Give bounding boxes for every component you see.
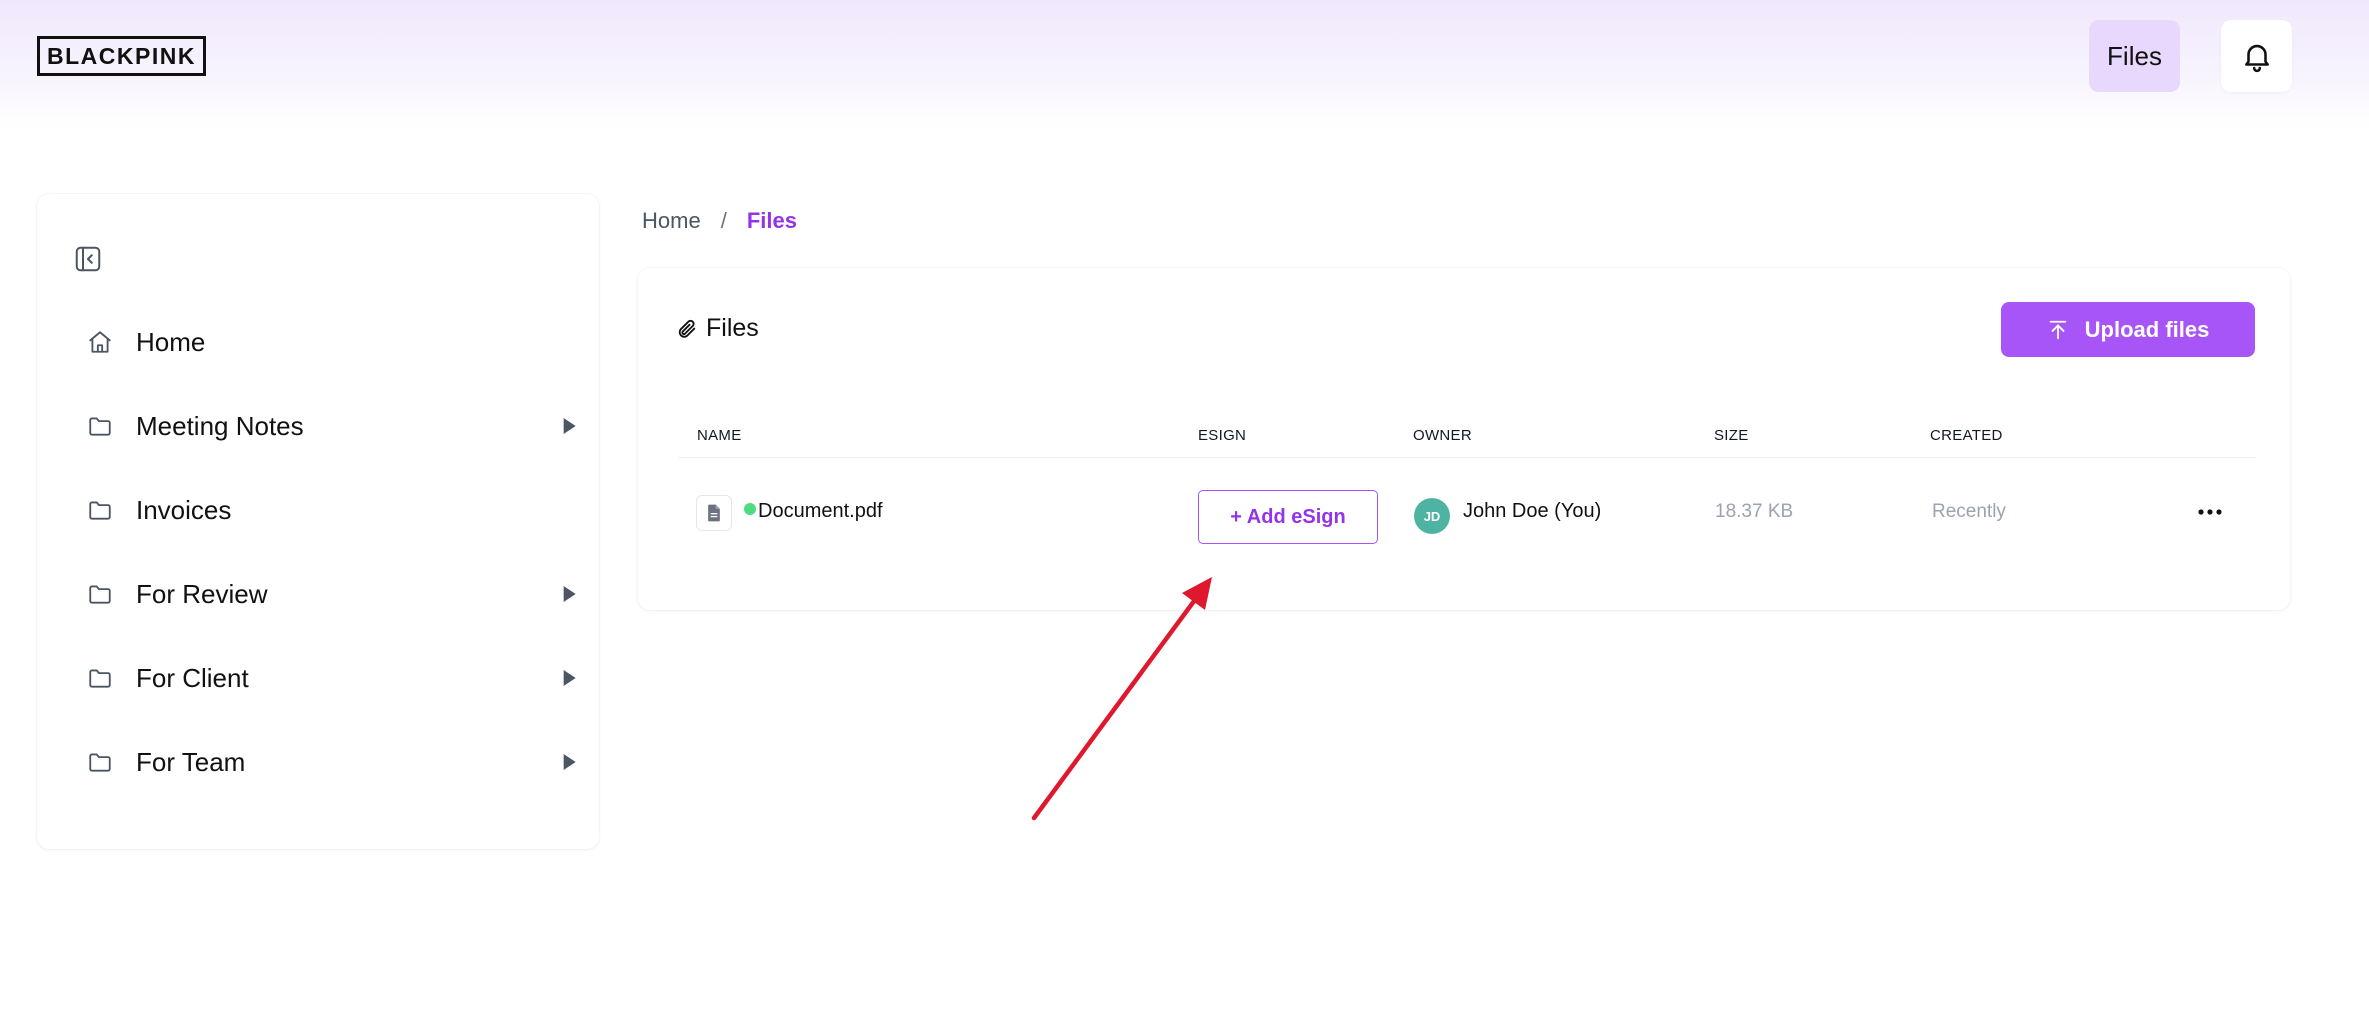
top-header: BLACKPINK Files (0, 0, 2369, 130)
bell-icon (2244, 44, 2269, 73)
breadcrumb-separator: / (720, 208, 727, 233)
column-header-esign[interactable]: ESIGN (1198, 427, 1246, 444)
caret-right-icon[interactable] (562, 670, 576, 686)
upload-icon (2049, 320, 2066, 339)
sidebar-item-meeting-notes[interactable]: Meeting Notes (73, 396, 579, 456)
column-header-name[interactable]: NAME (697, 427, 742, 444)
sidebar-item-invoices[interactable]: Invoices (73, 480, 579, 540)
page: BLACKPINK Files Home Meeting Notes Invoi… (0, 0, 2369, 1016)
created-date: Recently (1932, 501, 2006, 522)
caret-right-icon[interactable] (562, 418, 576, 434)
breadcrumb-current: Files (746, 208, 797, 233)
file-name[interactable]: Document.pdf (758, 500, 883, 523)
sidebar: Home Meeting Notes Invoices For Review F… (37, 194, 599, 849)
files-nav-button[interactable]: Files (2089, 20, 2180, 92)
sidebar-item-for-client[interactable]: For Client (73, 648, 579, 708)
table-divider (678, 457, 2256, 458)
folder-icon (85, 411, 115, 441)
sidebar-item-label: Meeting Notes (136, 410, 304, 441)
column-header-created[interactable]: CREATED (1930, 427, 2003, 444)
folder-icon (85, 579, 115, 609)
upload-files-button[interactable]: Upload files (2001, 302, 2255, 357)
status-dot (744, 503, 756, 515)
breadcrumb-home-link[interactable]: Home (642, 208, 701, 234)
folder-icon (85, 747, 115, 777)
sidebar-item-home[interactable]: Home (73, 312, 579, 372)
sidebar-item-label: For Review (136, 578, 268, 609)
sidebar-item-for-review[interactable]: For Review (73, 564, 579, 624)
owner-avatar: JD (1414, 498, 1450, 534)
files-card: Files Upload files NAME ESIGN OWNER SIZE… (638, 268, 2290, 610)
card-title: Files (676, 314, 759, 343)
annotation-arrow (1031, 577, 1212, 821)
row-more-button[interactable] (2195, 502, 2225, 522)
file-type-badge (696, 495, 732, 531)
sidebar-item-for-team[interactable]: For Team (73, 732, 579, 792)
add-esign-button[interactable]: + Add eSign (1198, 490, 1378, 544)
upload-files-label: Upload files (2084, 316, 2210, 342)
more-horizontal-icon (2198, 509, 2222, 515)
card-title-text: Files (706, 314, 759, 342)
paperclip-icon (678, 319, 696, 338)
column-header-owner[interactable]: OWNER (1413, 427, 1472, 444)
column-header-size[interactable]: SIZE (1714, 427, 1749, 444)
sidebar-item-label: For Team (136, 746, 246, 777)
caret-right-icon[interactable] (562, 754, 576, 770)
document-icon (708, 504, 720, 522)
sidebar-item-label: For Client (136, 662, 249, 693)
folder-icon (85, 663, 115, 693)
breadcrumb: Home / Files (642, 206, 797, 236)
sidebar-item-label: Home (136, 326, 206, 357)
sidebar-collapse-icon (75, 246, 101, 272)
brand-logo[interactable]: BLACKPINK (37, 36, 206, 76)
caret-right-icon[interactable] (562, 586, 576, 602)
table-row[interactable]: Document.pdf + Add eSign JD John Doe (Yo… (678, 478, 2256, 544)
sidebar-item-label: Invoices (136, 494, 232, 525)
home-icon (85, 327, 115, 357)
owner-name: John Doe (You) (1463, 500, 1602, 522)
notifications-button[interactable] (2221, 20, 2292, 92)
sidebar-collapse-button[interactable] (73, 244, 103, 274)
file-size: 18.37 KB (1715, 501, 1794, 522)
folder-icon (85, 495, 115, 525)
